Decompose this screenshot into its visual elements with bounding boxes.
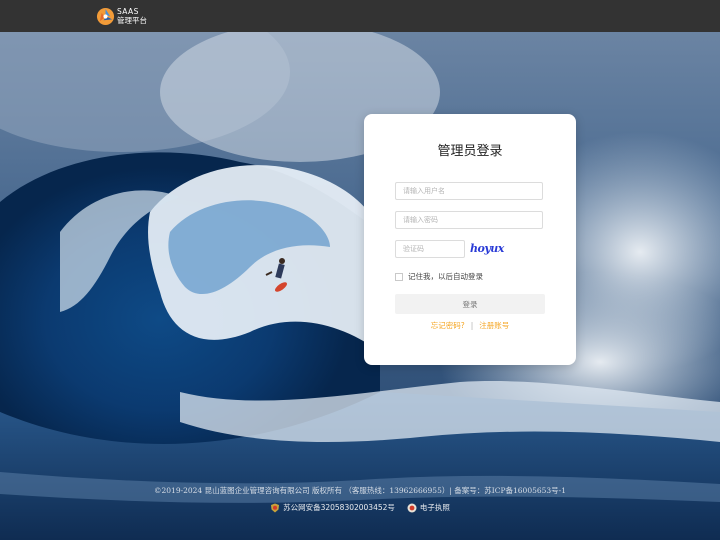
police-record-link[interactable]: 苏公网安备32058302003452号 xyxy=(270,502,395,513)
logo-line1: SAAS xyxy=(117,7,139,16)
police-record-text: 苏公网安备32058302003452号 xyxy=(283,503,395,512)
register-link[interactable]: 注册账号 xyxy=(479,321,509,330)
logo-line2: 管理平台 xyxy=(117,16,147,25)
forgot-password-link[interactable]: 忘记密码? xyxy=(431,321,465,330)
captcha-image[interactable]: hoyux xyxy=(470,240,506,258)
license-badge-icon xyxy=(407,503,417,512)
password-input[interactable] xyxy=(395,211,543,229)
username-input[interactable] xyxy=(395,182,543,200)
top-bar: SAAS 管理平台 xyxy=(0,0,720,32)
login-button[interactable]: 登录 xyxy=(395,294,545,314)
remember-me[interactable]: 记住我，以后自动登录 xyxy=(395,271,483,282)
remember-label: 记住我，以后自动登录 xyxy=(408,272,483,281)
login-title: 管理员登录 xyxy=(437,144,503,159)
captcha-input[interactable] xyxy=(395,240,465,258)
business-license-link[interactable]: 电子执照 xyxy=(407,502,450,513)
footer-records: 苏公网安备32058302003452号 电子执照 xyxy=(0,502,720,513)
link-separator: | xyxy=(470,321,474,330)
police-badge-icon xyxy=(271,503,280,512)
auth-links: 忘记密码? | 注册账号 xyxy=(364,320,576,331)
background-wave-image xyxy=(0,32,720,540)
remember-checkbox[interactable] xyxy=(395,272,403,281)
footer-copyright: ©2019-2024 昆山蓝图企业管理咨询有限公司 版权所有 （客服热线：139… xyxy=(154,486,566,495)
app-logo[interactable]: SAAS 管理平台 xyxy=(96,5,147,27)
logo-text: SAAS 管理平台 xyxy=(117,7,147,25)
login-card: 管理员登录 hoyux 记住我，以后自动登录 登录 忘记密码? | 注册账号 xyxy=(364,114,576,365)
saas-logo-icon xyxy=(96,7,115,25)
business-license-text: 电子执照 xyxy=(419,503,450,512)
